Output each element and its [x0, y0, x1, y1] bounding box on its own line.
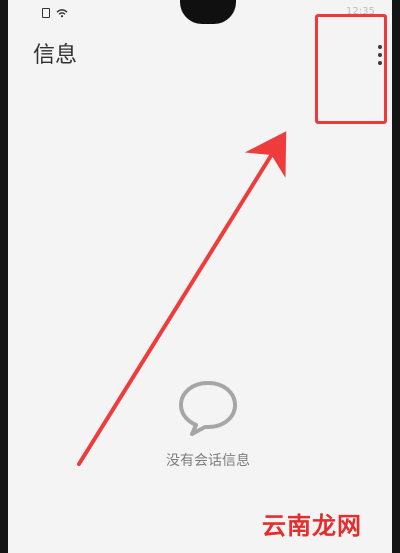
page-title: 信息 [33, 43, 78, 68]
camera-notch [180, 0, 236, 24]
empty-conversations-state: 没有会话信息 [128, 376, 288, 486]
wifi-icon [56, 8, 68, 18]
status-time: 12:35 [346, 6, 375, 17]
sim-icon [42, 8, 50, 18]
chat-bubble-icon [179, 381, 237, 436]
status-bar-right: 12:35 [346, 6, 382, 18]
empty-message: 没有会话信息 [166, 453, 250, 469]
messages-screen: 12:35 信息 没有会话信息 [8, 0, 392, 553]
vertical-more-icon [378, 45, 382, 67]
more-options-button[interactable] [366, 42, 392, 70]
phone-frame: 12:35 信息 没有会话信息 云南龙网 [0, 0, 400, 553]
status-bar-left [42, 8, 68, 18]
